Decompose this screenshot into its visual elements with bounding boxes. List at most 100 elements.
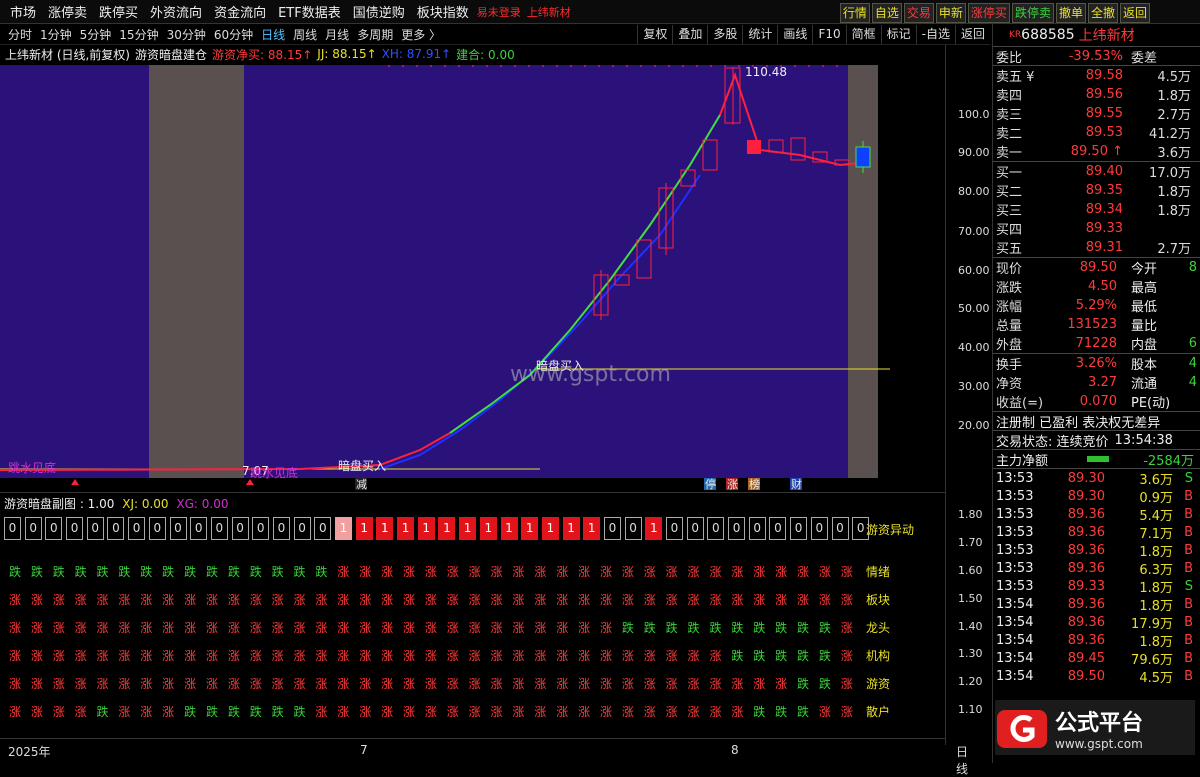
book-label: 买二 [996, 185, 1023, 200]
sub-cell: 跌 [293, 705, 306, 719]
period-tab[interactable]: 30分钟 [167, 26, 206, 43]
menu-item[interactable]: 资金流向 [212, 2, 268, 21]
tick-time: 13:53 [996, 578, 1034, 594]
sub-cell: 涨 [599, 649, 612, 663]
quick-button[interactable]: 返回 [1119, 3, 1150, 23]
quick-button[interactable]: 申新 [935, 3, 966, 23]
sub-cell: 跌 [731, 621, 744, 635]
book-volume: 1.8万 [1157, 204, 1191, 219]
book-row[interactable]: 买二 89.35 1.8万 [993, 181, 1200, 200]
x-label-aug: 8 [731, 743, 739, 757]
sub-cell: 涨 [818, 705, 831, 719]
sub-cell: 跌 [797, 677, 810, 691]
book-row[interactable]: 卖四 89.56 1.8万 [993, 85, 1200, 104]
menu-item[interactable]: 板块指数 [415, 2, 471, 21]
sub-cell: 涨 [315, 705, 328, 719]
signal-cell: 0 [107, 517, 125, 540]
tick-price: 89.36 [1067, 524, 1105, 540]
period-tab[interactable]: 60分钟 [214, 26, 253, 43]
sub-title[interactable]: 游资暗盘副图 : 1.00 [4, 497, 114, 511]
sub-cell: 涨 [184, 593, 197, 607]
tick-time: 13:53 [996, 488, 1034, 504]
book-row[interactable]: 买一 89.40 17.0万 [993, 162, 1200, 181]
signal-cell: 0 [169, 517, 187, 540]
tool-button[interactable]: 多股 [707, 25, 742, 44]
period-tab[interactable]: 5分钟 [80, 26, 112, 43]
sub-cell: 涨 [162, 593, 175, 607]
sub-cell: 涨 [490, 593, 503, 607]
period-tab[interactable]: 周线 [293, 26, 317, 43]
tool-button[interactable]: 统计 [742, 25, 777, 44]
sub-cell: 跌 [818, 621, 831, 635]
book-row[interactable]: 买四 89.33 [993, 219, 1200, 238]
candlestick-chart[interactable]: 110.48 7.07 暗盘买入 暗盘买入 跳水见底 跳水见底 www.gspt… [0, 65, 945, 490]
period-tab[interactable]: 更多 〉 [401, 26, 441, 43]
tool-button[interactable]: 简框 [845, 25, 881, 44]
book-row[interactable]: 卖五 ¥ 89.58 4.5万 [993, 66, 1200, 85]
menu-item[interactable]: 跌停买 [97, 2, 140, 21]
sub-cell: 涨 [337, 621, 350, 635]
sub-cell: 涨 [446, 705, 459, 719]
menu-item[interactable]: 外资流向 [148, 2, 204, 21]
indicator-name[interactable]: 游资暗盘建仓 [135, 46, 207, 63]
tool-button[interactable]: 叠加 [672, 25, 707, 44]
sub-cell: 跌 [753, 705, 766, 719]
book-price: 89.50 ↑ [1070, 144, 1123, 159]
sub-cell: 涨 [578, 677, 591, 691]
book-label: 卖三 [996, 108, 1023, 123]
stat-label: 现价 [996, 262, 1023, 277]
book-row[interactable]: 卖二 89.53 41.2万 [993, 123, 1200, 142]
tick-time: 13:53 [996, 470, 1034, 486]
menu-item[interactable]: 国债逆购 [351, 2, 407, 21]
period-tab[interactable]: 多周期 [357, 26, 393, 43]
book-row[interactable]: 卖三 89.55 2.7万 [993, 104, 1200, 123]
sub-cell: 涨 [184, 649, 197, 663]
tool-button[interactable]: 返回 [954, 25, 990, 44]
book-row[interactable]: 买三 89.34 1.8万 [993, 200, 1200, 219]
signal-cell: 0 [252, 517, 270, 540]
tool-button[interactable]: -自选 [915, 25, 955, 44]
main-flow[interactable]: 主力净额 -2584万 [993, 449, 1200, 469]
sub-cell: 涨 [293, 621, 306, 635]
quick-button[interactable]: 全撤 [1087, 3, 1118, 23]
menu-item[interactable]: ETF数据表 [276, 2, 343, 21]
book-row[interactable]: 买五 89.31 2.7万 [993, 238, 1200, 257]
quick-button[interactable]: 交易 [903, 3, 934, 23]
tool-button[interactable]: 复权 [637, 25, 672, 44]
tool-button[interactable]: 标记 [880, 25, 916, 44]
sub-cell: 涨 [709, 677, 722, 691]
quick-button[interactable]: 跌停卖 [1011, 3, 1054, 23]
menu-item[interactable]: 市场 [8, 2, 38, 21]
y-tick-sub: 1.70 [958, 536, 983, 549]
quick-button[interactable]: 自选 [871, 3, 902, 23]
book-volume: 4.5万 [1157, 70, 1191, 85]
tool-button[interactable]: F10 [812, 25, 845, 44]
stat-label-2: 最低 [1131, 300, 1158, 315]
period-tab[interactable]: 日线 [261, 26, 285, 43]
sub-cell: 涨 [381, 649, 394, 663]
period-tab[interactable]: 月线 [325, 26, 349, 43]
tick-time: 13:54 [996, 632, 1034, 648]
ask-book: 卖五 ¥ 89.58 4.5万 卖四 89.56 1.8万 卖三 89.55 2.7万 卖二 89.… [993, 65, 1200, 161]
quick-button[interactable]: 撤单 [1055, 3, 1086, 23]
quick-button[interactable]: 行情 [839, 3, 870, 23]
y-tick-sub: 1.30 [958, 647, 983, 660]
book-row[interactable]: 卖一 89.50 ↑ 3.6万 [993, 142, 1200, 161]
sub-cell: 涨 [621, 677, 634, 691]
y-tick-sub: 1.20 [958, 675, 983, 688]
sub-cell: 涨 [665, 565, 678, 579]
menu-red-item[interactable]: 易未登录 [477, 4, 521, 20]
sub-cell: 涨 [249, 649, 262, 663]
sub-cell: 跌 [775, 649, 788, 663]
period-tab[interactable]: 15分钟 [119, 26, 158, 43]
sub-cell: 涨 [643, 593, 656, 607]
quick-button[interactable]: 涨停买 [967, 3, 1010, 23]
period-tab[interactable]: 分时 [8, 26, 32, 43]
period-tab[interactable]: 1分钟 [40, 26, 72, 43]
menu-item[interactable]: 涨停卖 [46, 2, 89, 21]
tool-button[interactable]: 画线 [777, 25, 812, 44]
sub-cell: 跌 [30, 565, 43, 579]
stock-code: 688585 [1021, 27, 1075, 43]
menu-red-item[interactable]: 上纬新材 [527, 4, 571, 20]
stat-label: 净资 [996, 377, 1023, 392]
